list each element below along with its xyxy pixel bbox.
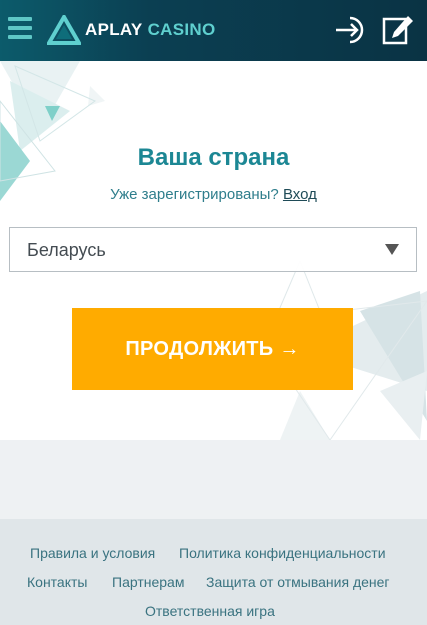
- footer-link-contacts[interactable]: Контакты: [27, 574, 87, 590]
- already-registered-label: Уже зарегистрированы?: [110, 186, 279, 203]
- footer-link-responsible-gaming[interactable]: Ответственная игра: [145, 603, 275, 619]
- continue-button[interactable]: ПРОДОЛЖИТЬ →: [72, 308, 353, 390]
- footer-link-terms[interactable]: Правила и условия: [30, 545, 155, 561]
- dropdown-caret-icon: [385, 244, 399, 255]
- top-header: APLAY CASINO: [0, 0, 427, 61]
- footer: Правила и условия Политика конфиденциаль…: [0, 519, 427, 625]
- footer-link-privacy[interactable]: Политика конфиденциальности: [179, 545, 386, 561]
- page-title: Ваша страна: [137, 144, 290, 171]
- spacer: [0, 440, 427, 519]
- login-link[interactable]: Вход: [283, 186, 317, 203]
- country-select[interactable]: Беларусь: [9, 227, 417, 272]
- logo[interactable]: APLAY CASINO: [47, 14, 215, 46]
- registration-panel: Ваша страна Уже зарегистрированы? Вход Б…: [0, 61, 427, 440]
- footer-link-aml[interactable]: Защита от отмывания денег: [206, 574, 390, 590]
- login-icon[interactable]: [335, 14, 369, 46]
- footer-link-partners[interactable]: Партнерам: [112, 574, 184, 590]
- country-selected-value: Беларусь: [27, 240, 106, 260]
- logo-text-secondary: CASINO: [147, 20, 216, 39]
- menu-icon[interactable]: [8, 17, 32, 43]
- already-registered-text: Уже зарегистрированы? Вход: [0, 186, 427, 203]
- register-icon[interactable]: [381, 14, 415, 46]
- logo-text-primary: APLAY: [85, 20, 143, 39]
- logo-triangle-icon: [47, 15, 81, 45]
